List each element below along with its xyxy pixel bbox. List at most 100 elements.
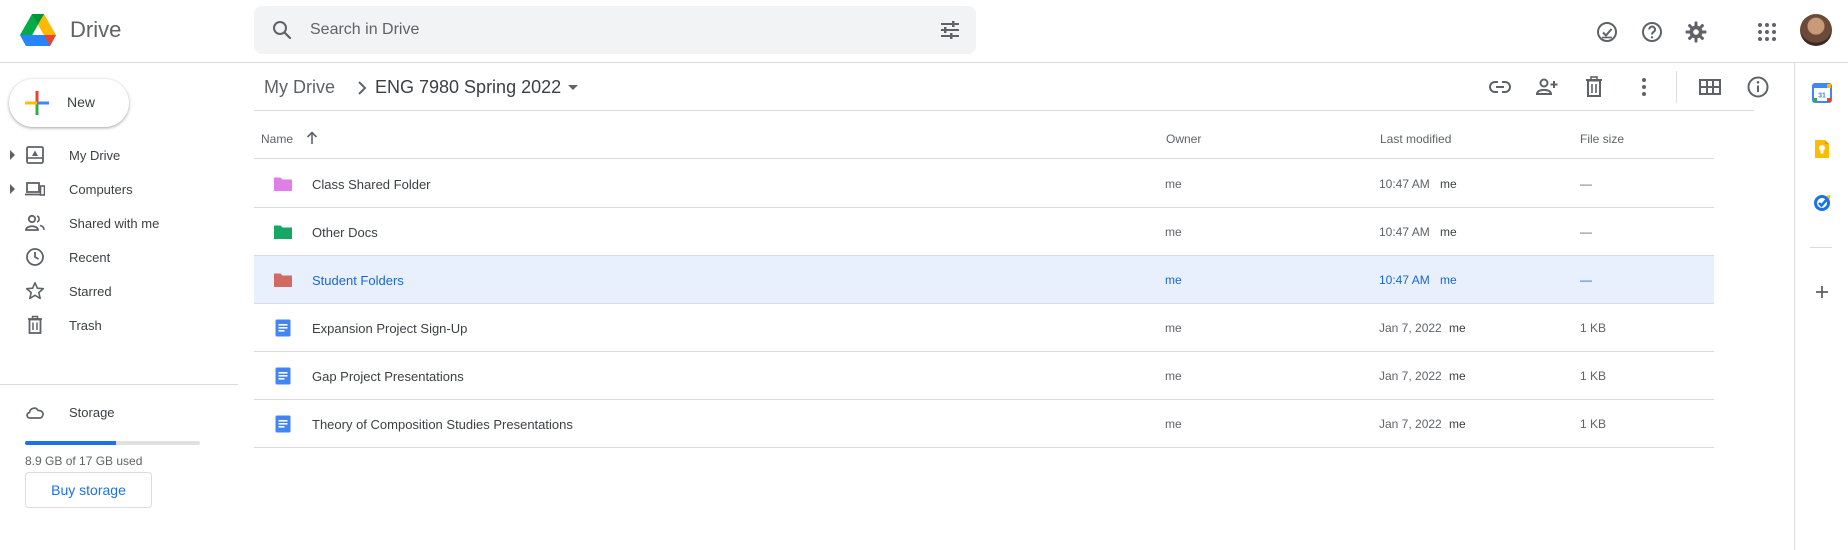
- sort-ascending-icon[interactable]: [304, 130, 320, 146]
- share-button[interactable]: [1527, 67, 1567, 107]
- folder-icon: [274, 225, 292, 239]
- folder-icon: [274, 273, 292, 287]
- file-owner: me: [1165, 321, 1182, 335]
- new-button[interactable]: New: [9, 79, 129, 127]
- sidebar-item-starred[interactable]: Starred: [0, 275, 240, 307]
- tasks-icon: [1814, 195, 1831, 211]
- view-details-button[interactable]: [1738, 67, 1778, 107]
- breadcrumb-current[interactable]: ENG 7980 Spring 2022: [375, 77, 561, 98]
- account-avatar[interactable]: [1800, 14, 1832, 46]
- gear-icon: [1685, 21, 1707, 43]
- file-list-header: Name Owner Last modified File size: [254, 115, 1714, 159]
- sidebar-item-label: Shared with me: [69, 216, 160, 231]
- file-last-modified: Jan 7, 2022: [1379, 417, 1442, 431]
- sidebar-item-label: My Drive: [69, 148, 121, 163]
- search-bar[interactable]: [254, 6, 976, 54]
- toolbar: My Drive ENG 7980 Spring 2022: [254, 63, 1769, 111]
- new-button-label: New: [67, 94, 96, 110]
- storage-used-text: 8.9 GB of 17 GB used: [25, 454, 143, 468]
- file-size: —: [1580, 273, 1592, 287]
- search-input[interactable]: [310, 14, 910, 46]
- shared-icon: [25, 214, 45, 231]
- expand-arrow-icon[interactable]: [10, 184, 15, 194]
- column-header-name[interactable]: Name: [261, 132, 293, 146]
- table-row[interactable]: Theory of Composition Studies Presentati…: [254, 400, 1714, 448]
- help-button[interactable]: [1632, 12, 1672, 52]
- file-name: Expansion Project Sign-Up: [312, 321, 468, 336]
- sidebar-item-label: Computers: [69, 182, 133, 197]
- google-doc-icon: [275, 319, 291, 337]
- file-size: —: [1580, 225, 1592, 239]
- sidebar-item-trash[interactable]: Trash: [0, 309, 240, 341]
- grid-view-button[interactable]: [1690, 67, 1730, 107]
- table-row[interactable]: Gap Project Presentations me Jan 7, 2022 me…: [254, 352, 1714, 400]
- file-name: Student Folders: [312, 273, 404, 288]
- keep-button[interactable]: [1806, 133, 1838, 165]
- side-panel-divider: [1810, 247, 1832, 248]
- trash-icon: [28, 315, 42, 334]
- breadcrumb-root[interactable]: My Drive: [264, 77, 335, 98]
- get-add-ons-button[interactable]: [1806, 276, 1838, 308]
- folder-icon: [274, 177, 292, 191]
- svg-text:31: 31: [1818, 93, 1826, 100]
- remove-button[interactable]: [1574, 67, 1614, 107]
- ready-for-offline-button[interactable]: [1587, 12, 1627, 52]
- search-options-icon[interactable]: [938, 18, 962, 42]
- file-modified-by: me: [1449, 417, 1466, 431]
- file-name: Class Shared Folder: [312, 177, 431, 192]
- table-row[interactable]: Student Folders me 10:47 AM me —: [254, 256, 1714, 304]
- storage-usage-bar: [25, 441, 200, 445]
- file-name: Gap Project Presentations: [312, 369, 464, 384]
- keep-icon: [1815, 140, 1829, 158]
- column-header-file-size[interactable]: File size: [1580, 132, 1624, 146]
- file-size: 1 KB: [1580, 369, 1607, 383]
- file-modified-by: me: [1440, 177, 1457, 191]
- cloud-icon: [26, 407, 44, 419]
- buy-storage-button[interactable]: Buy storage: [25, 472, 152, 508]
- file-name: Other Docs: [312, 225, 378, 240]
- sidebar-item-storage[interactable]: Storage: [0, 396, 240, 428]
- column-header-owner[interactable]: Owner: [1166, 132, 1201, 146]
- top-bar: Drive: [0, 0, 1848, 63]
- calendar-icon: 31: [1812, 83, 1832, 103]
- drive-logo[interactable]: Drive: [20, 14, 121, 46]
- file-modified-by: me: [1440, 273, 1457, 287]
- file-owner: me: [1165, 273, 1182, 287]
- storage-label: Storage: [69, 405, 115, 420]
- chevron-down-icon[interactable]: [568, 85, 578, 90]
- my-drive-icon: [26, 146, 44, 164]
- star-icon: [25, 282, 45, 300]
- file-last-modified: Jan 7, 2022: [1379, 321, 1442, 335]
- file-owner: me: [1165, 225, 1182, 239]
- settings-button[interactable]: [1676, 12, 1716, 52]
- sidebar-item-label: Recent: [69, 250, 111, 265]
- file-size: —: [1580, 177, 1592, 191]
- drive-logo-icon: [20, 14, 56, 46]
- sidebar-item-shared-with-me[interactable]: Shared with me: [0, 207, 240, 239]
- more-actions-button[interactable]: [1624, 67, 1664, 107]
- table-row[interactable]: Class Shared Folder me 10:47 AM me —: [254, 160, 1714, 208]
- calendar-button[interactable]: 31: [1806, 77, 1838, 109]
- file-modified-by: me: [1449, 321, 1466, 335]
- sidebar-item-recent[interactable]: Recent: [0, 241, 240, 273]
- trash-icon: [1586, 76, 1602, 97]
- grid-view-icon: [1699, 79, 1721, 95]
- sidebar-item-computers[interactable]: Computers: [0, 173, 240, 205]
- toolbar-divider: [1676, 71, 1677, 103]
- file-owner: me: [1165, 177, 1182, 191]
- table-row[interactable]: Other Docs me 10:47 AM me —: [254, 208, 1714, 256]
- sidebar-item-my-drive[interactable]: My Drive: [0, 139, 240, 171]
- column-header-last-modified[interactable]: Last modified: [1380, 132, 1451, 146]
- sidebar-item-label: Trash: [69, 318, 102, 333]
- google-doc-icon: [275, 367, 291, 385]
- tasks-button[interactable]: [1806, 187, 1838, 219]
- google-apps-button[interactable]: [1747, 12, 1787, 52]
- get-link-button[interactable]: [1480, 67, 1520, 107]
- file-last-modified: 10:47 AM: [1379, 177, 1430, 191]
- table-row[interactable]: Expansion Project Sign-Up me Jan 7, 2022 me…: [254, 304, 1714, 352]
- offline-check-icon: [1597, 22, 1617, 42]
- search-icon[interactable]: [270, 18, 294, 42]
- expand-arrow-icon[interactable]: [10, 150, 15, 160]
- file-modified-by: me: [1440, 225, 1457, 239]
- file-owner: me: [1165, 369, 1182, 383]
